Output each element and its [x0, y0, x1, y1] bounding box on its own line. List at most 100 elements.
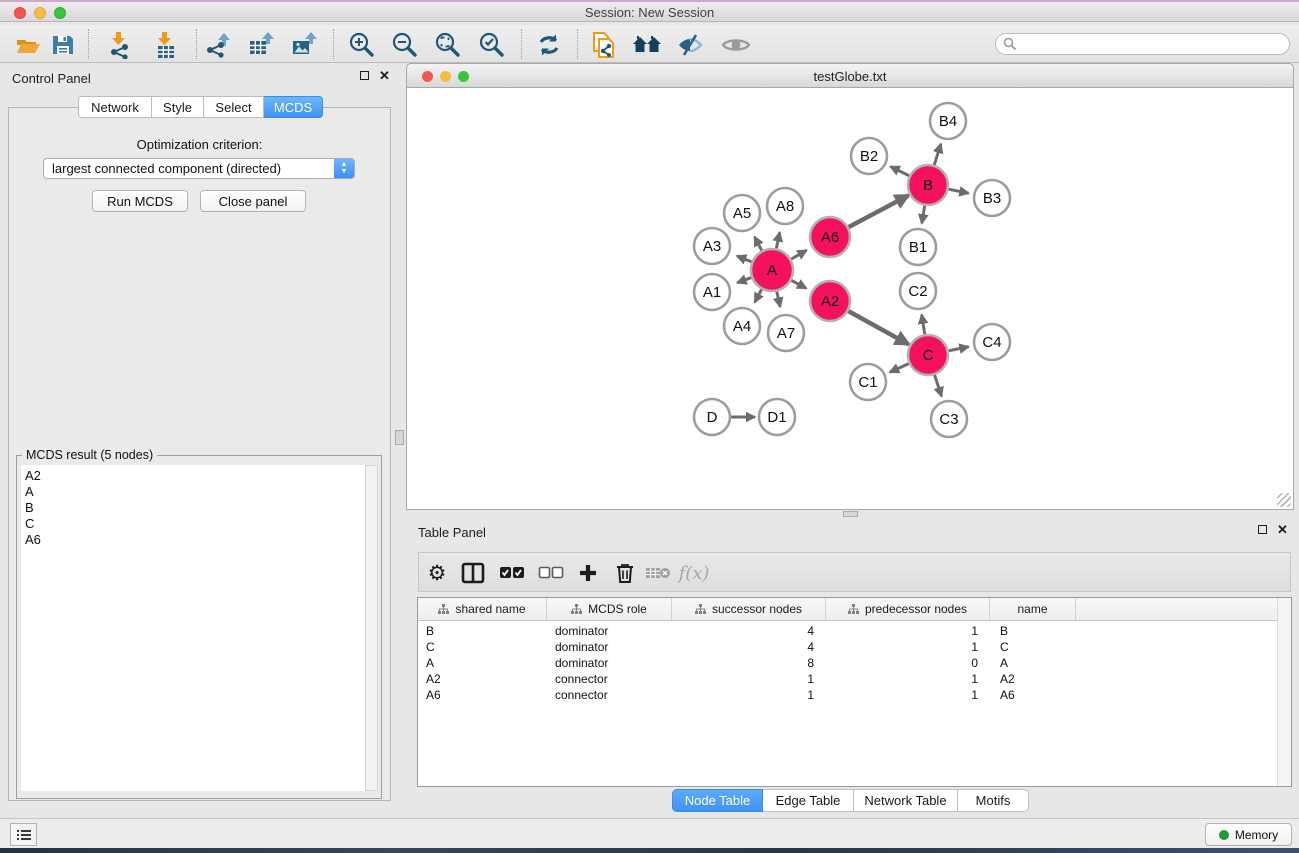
mcds-result-item[interactable]: C — [25, 516, 365, 532]
table-row[interactable]: Cdominator41C — [418, 639, 1291, 655]
tab-edge-table[interactable]: Edge Table — [763, 789, 854, 812]
edge-B-B3[interactable] — [949, 189, 969, 193]
close-table-panel-icon[interactable]: ✕ — [1277, 525, 1288, 534]
mcds-result-item[interactable]: A — [25, 484, 365, 500]
edge-A-A4[interactable] — [755, 289, 762, 302]
cell-filler — [1076, 687, 1291, 703]
table-row[interactable]: A6connector11A6 — [418, 687, 1291, 703]
tab-style[interactable]: Style — [152, 96, 204, 118]
mcds-result-list[interactable]: A2ABCA6 — [21, 465, 365, 791]
node-label-C2: C2 — [908, 283, 927, 300]
tab-select[interactable]: Select — [204, 96, 264, 118]
network-graph[interactable]: B4B2BB3A8A5A6A3B1AC2A1A2A4A7C4CC1C3DD1 — [407, 88, 1293, 508]
edge-B-B1[interactable] — [922, 206, 925, 224]
mcds-result-item[interactable]: A2 — [25, 468, 365, 484]
task-history-button[interactable] — [10, 823, 37, 846]
table-scrollbar[interactable] — [1277, 598, 1291, 786]
network-canvas[interactable]: B4B2BB3A8A5A6A3B1AC2A1A2A4A7C4CC1C3DD1 — [406, 88, 1294, 510]
tab-mcds[interactable]: MCDS — [264, 96, 323, 118]
edge-A-A7[interactable] — [777, 291, 780, 306]
edge-A-A5[interactable] — [755, 237, 762, 251]
vertical-split-handle[interactable] — [395, 430, 404, 445]
delete-column-icon[interactable] — [608, 557, 642, 589]
node-label-A5: A5 — [733, 205, 751, 222]
save-session-icon[interactable] — [46, 30, 80, 60]
tab-network-table[interactable]: Network Table — [854, 789, 958, 812]
select-all-columns-icon[interactable] — [495, 557, 529, 589]
edge-A-A2[interactable] — [791, 280, 806, 288]
mcds-list-scrollbar[interactable] — [365, 465, 378, 791]
open-file-icon[interactable] — [11, 30, 45, 60]
edge-C-C2[interactable] — [922, 315, 925, 335]
column-header-predecessor-nodes[interactable]: predecessor nodes — [826, 598, 990, 620]
edge-A-A1[interactable] — [737, 278, 751, 283]
float-panel-icon[interactable] — [360, 71, 369, 80]
resize-grip-icon[interactable] — [1277, 493, 1291, 507]
import-table-icon[interactable] — [149, 30, 183, 60]
edge-C-C3[interactable] — [935, 375, 942, 396]
home-layout-icon[interactable] — [631, 30, 665, 60]
mcds-result-item[interactable]: A6 — [25, 532, 365, 548]
zoom-in-icon[interactable] — [345, 30, 379, 60]
control-panel-tabs: NetworkStyleSelectMCDS — [78, 96, 323, 118]
column-header-MCDS-role[interactable]: MCDS role — [547, 598, 672, 620]
column-header-shared-name[interactable]: shared name — [418, 598, 547, 620]
horizontal-split-handle[interactable] — [843, 511, 858, 517]
node-label-B1: B1 — [909, 239, 927, 256]
edge-A-A8[interactable] — [776, 232, 779, 248]
add-column-icon[interactable] — [571, 557, 605, 589]
float-table-panel-icon[interactable] — [1258, 525, 1267, 534]
mcds-result-title: MCDS result (5 nodes) — [22, 448, 157, 462]
cell-name: A — [990, 655, 1076, 671]
import-network-icon[interactable] — [103, 30, 137, 60]
deselect-all-columns-icon[interactable] — [534, 557, 568, 589]
edge-A-A3[interactable] — [737, 256, 752, 262]
hide-eye-icon[interactable] — [673, 30, 707, 60]
table-options-gear-icon[interactable]: ⚙ — [420, 557, 454, 589]
show-eye-icon[interactable] — [719, 30, 753, 60]
clone-network-icon[interactable] — [587, 30, 621, 60]
tab-motifs[interactable]: Motifs — [958, 789, 1029, 812]
node-label-C3: C3 — [939, 411, 958, 428]
node-label-B2: B2 — [860, 148, 878, 165]
tab-network[interactable]: Network — [78, 96, 152, 118]
table-toolbar: ⚙ f(x) — [418, 552, 1291, 592]
edge-B-B2[interactable] — [891, 167, 910, 176]
zoom-selected-icon[interactable] — [475, 30, 509, 60]
criterion-dropdown[interactable]: largest connected component (directed) ▲… — [43, 158, 355, 179]
column-manager-icon[interactable] — [456, 557, 490, 589]
refresh-icon[interactable] — [532, 30, 566, 60]
memory-button[interactable]: Memory — [1205, 823, 1292, 846]
close-panel-button[interactable]: Close panel — [200, 190, 306, 212]
export-network-icon[interactable] — [201, 30, 235, 60]
edge-B-B4[interactable] — [934, 144, 941, 165]
column-header-successor-nodes[interactable]: successor nodes — [672, 598, 826, 620]
column-header-name[interactable]: name — [990, 598, 1076, 620]
table-row[interactable]: A2connector11A2 — [418, 671, 1291, 687]
node-table: shared nameMCDS rolesuccessor nodesprede… — [417, 597, 1292, 787]
delete-table-icon[interactable] — [641, 557, 675, 589]
table-row[interactable]: Adominator80A — [418, 655, 1291, 671]
edge-C-C1[interactable] — [890, 364, 909, 373]
mcds-result-item[interactable]: B — [25, 500, 365, 516]
apply-function-icon[interactable]: f(x) — [677, 557, 711, 589]
run-mcds-button[interactable]: Run MCDS — [92, 190, 188, 212]
table-row[interactable]: Bdominator41B — [418, 623, 1291, 639]
toolbar-separator — [196, 29, 197, 59]
edge-A6-B[interactable] — [849, 195, 909, 227]
export-image-icon[interactable] — [287, 30, 321, 60]
hierarchy-icon — [848, 604, 859, 615]
table-panel-title: Table Panel — [418, 525, 486, 540]
export-table-icon[interactable] — [244, 30, 278, 60]
tab-node-table[interactable]: Node Table — [672, 789, 763, 812]
zoom-out-icon[interactable] — [388, 30, 422, 60]
edge-A2-C[interactable] — [848, 311, 908, 344]
search-input[interactable] — [1017, 35, 1289, 53]
zoom-fit-icon[interactable] — [431, 30, 465, 60]
close-panel-icon[interactable]: ✕ — [379, 71, 390, 80]
edge-C-C4[interactable] — [949, 347, 969, 351]
edge-A-A6[interactable] — [791, 250, 806, 259]
status-bar: Memory — [0, 818, 1299, 848]
list-icon — [16, 828, 32, 842]
node-label-B4: B4 — [939, 113, 957, 130]
